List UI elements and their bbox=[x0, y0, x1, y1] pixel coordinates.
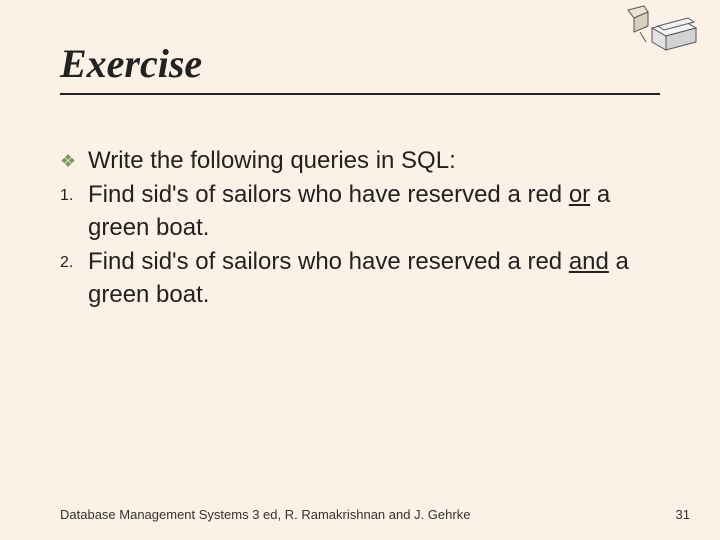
diamond-bullet-icon: ❖ bbox=[60, 145, 88, 177]
slide-title: Exercise bbox=[60, 40, 660, 95]
item-text: Find sid's of sailors who have reserved … bbox=[88, 246, 660, 311]
footer: Database Management Systems 3 ed, R. Ram… bbox=[60, 507, 690, 522]
slide: Exercise ❖ Write the following queries i… bbox=[0, 0, 720, 540]
slide-content: ❖ Write the following queries in SQL: 1.… bbox=[60, 145, 660, 311]
page-number: 31 bbox=[676, 507, 690, 522]
footer-source: Database Management Systems 3 ed, R. Ram… bbox=[60, 507, 470, 522]
item-pre: Find sid's of sailors who have reserved … bbox=[88, 181, 569, 208]
list-item: 2. Find sid's of sailors who have reserv… bbox=[60, 246, 660, 311]
decorative-icon bbox=[622, 4, 700, 58]
list-item: 1. Find sid's of sailors who have reserv… bbox=[60, 179, 660, 244]
item-underline: or bbox=[569, 181, 590, 208]
intro-row: ❖ Write the following queries in SQL: bbox=[60, 145, 660, 177]
intro-text: Write the following queries in SQL: bbox=[88, 145, 660, 177]
item-pre: Find sid's of sailors who have reserved … bbox=[88, 248, 569, 275]
item-text: Find sid's of sailors who have reserved … bbox=[88, 179, 660, 244]
item-number: 1. bbox=[60, 179, 88, 244]
item-underline: and bbox=[569, 248, 609, 275]
item-number: 2. bbox=[60, 246, 88, 311]
